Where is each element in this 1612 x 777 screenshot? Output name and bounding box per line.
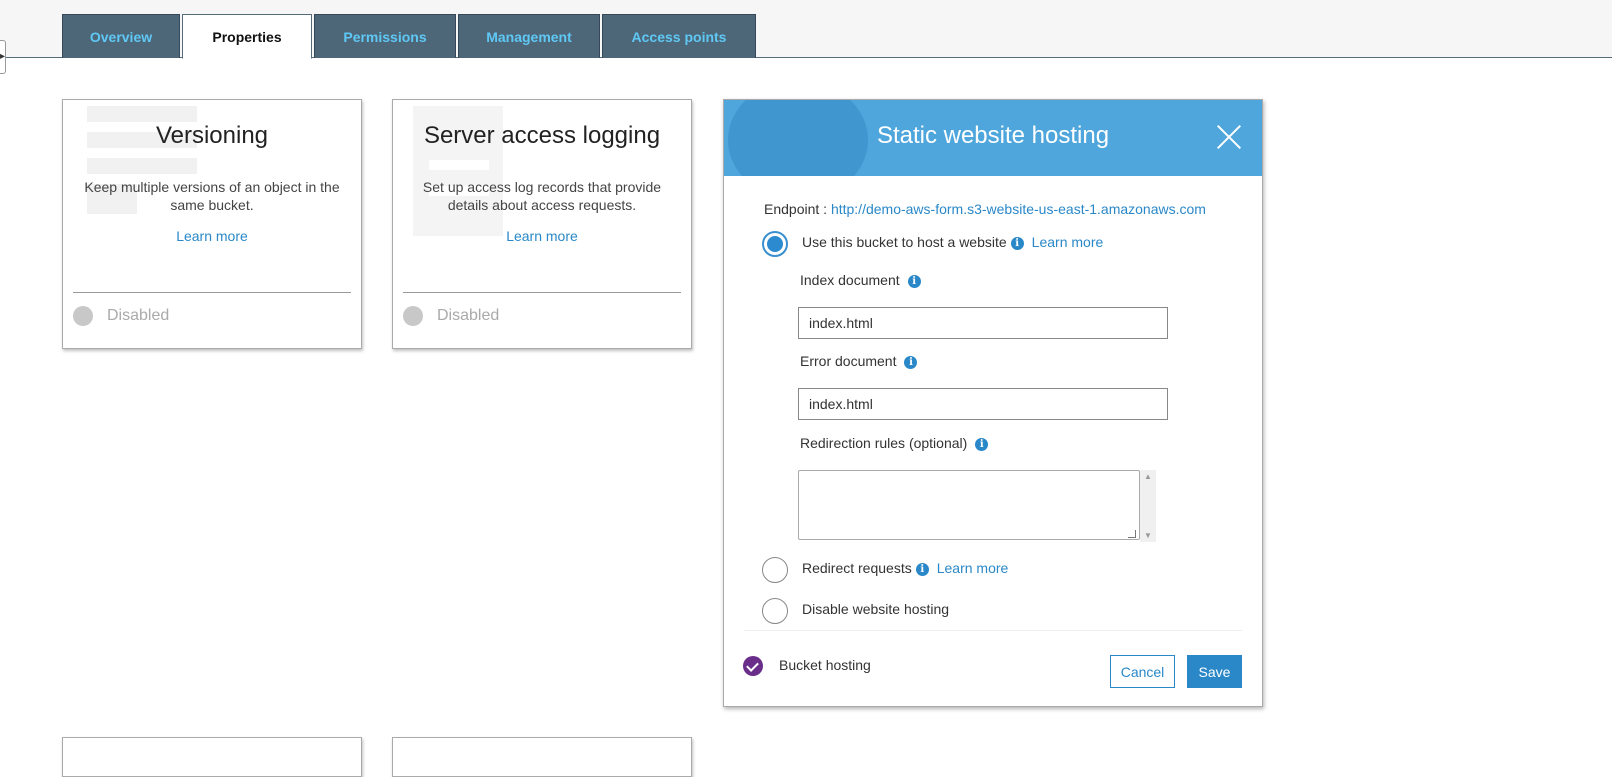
status-label: Disabled xyxy=(437,307,500,324)
card-description: Keep multiple versions of an object in t… xyxy=(84,179,340,213)
endpoint-label: Endpoint : xyxy=(764,201,831,217)
card-title: Server access logging xyxy=(423,122,661,149)
status-dot-icon xyxy=(403,306,423,326)
error-document-label: Error document xyxy=(800,353,897,369)
info-icon[interactable]: i xyxy=(904,356,918,369)
tab-bar: Overview Properties Permissions Manageme… xyxy=(62,14,758,59)
redirection-rules-field: ▲ ▼ xyxy=(798,470,1156,542)
scroll-up-icon[interactable]: ▲ xyxy=(1144,472,1152,481)
learn-more-link[interactable]: Learn more xyxy=(63,228,361,244)
tab-access-points[interactable]: Access points xyxy=(602,14,756,58)
panel-header: Static website hosting xyxy=(724,100,1262,176)
error-document-input[interactable] xyxy=(798,388,1168,420)
status-label: Disabled xyxy=(107,307,170,324)
textarea-scrollbar[interactable]: ▲ ▼ xyxy=(1140,470,1156,542)
error-document-label-row: Error document i xyxy=(800,353,918,369)
side-panel-handle[interactable]: ▸ xyxy=(0,40,6,74)
checkmark-icon xyxy=(743,656,763,676)
index-document-label-row: Index document i xyxy=(800,272,921,288)
disable-website-hosting-label: Disable website hosting xyxy=(802,601,950,617)
versioning-card[interactable]: Versioning Keep multiple versions of an … xyxy=(62,99,362,349)
host-website-label: Use this bucket to host a website xyxy=(802,234,1007,250)
status-dot-icon xyxy=(73,306,93,326)
card-divider xyxy=(403,292,681,293)
panel-title: Static website hosting xyxy=(876,122,1110,149)
chevron-right-icon: ▸ xyxy=(0,51,6,62)
footer-divider xyxy=(744,630,1242,631)
card-status: Disabled xyxy=(73,306,169,326)
redirect-requests-option: Redirect requests i Learn more xyxy=(802,560,1008,576)
redirect-requests-label: Redirect requests xyxy=(802,560,912,576)
bucket-hosting-label: Bucket hosting xyxy=(779,657,871,673)
redirect-requests-radio[interactable] xyxy=(762,557,788,583)
tab-management[interactable]: Management xyxy=(458,14,600,58)
learn-more-link[interactable]: Learn more xyxy=(937,560,1009,576)
close-icon[interactable] xyxy=(1216,124,1242,150)
card-divider xyxy=(73,292,351,293)
server-access-logging-card[interactable]: Server access logging Set up access log … xyxy=(392,99,692,349)
static-website-hosting-panel: Static website hosting Endpoint : http:/… xyxy=(723,99,1263,707)
redirection-rules-textarea[interactable] xyxy=(798,470,1140,540)
card-title: Versioning xyxy=(155,122,269,149)
redirection-rules-label: Redirection rules (optional) xyxy=(800,435,968,451)
redirection-rules-label-row: Redirection rules (optional) i xyxy=(800,435,989,451)
card-status: Disabled xyxy=(403,306,499,326)
tab-permissions[interactable]: Permissions xyxy=(314,14,456,58)
host-website-radio[interactable] xyxy=(762,231,788,257)
properties-card[interactable] xyxy=(392,737,692,777)
learn-more-link[interactable]: Learn more xyxy=(1032,234,1104,250)
disable-website-hosting-radio[interactable] xyxy=(762,598,788,624)
cancel-button[interactable]: Cancel xyxy=(1110,655,1175,688)
index-document-label: Index document xyxy=(800,272,900,288)
tab-properties[interactable]: Properties xyxy=(182,14,312,59)
card-description: Set up access log records that provide d… xyxy=(422,179,662,213)
tab-overview[interactable]: Overview xyxy=(62,14,180,58)
endpoint-url-link[interactable]: http://demo-aws-form.s3-website-us-east-… xyxy=(831,201,1206,217)
info-icon[interactable]: i xyxy=(907,275,921,288)
index-document-input[interactable] xyxy=(798,307,1168,339)
info-icon[interactable]: i xyxy=(975,438,989,451)
info-icon[interactable]: i xyxy=(1010,237,1024,250)
endpoint: Endpoint : http://demo-aws-form.s3-websi… xyxy=(764,201,1206,217)
learn-more-link[interactable]: Learn more xyxy=(393,228,691,244)
scroll-down-icon[interactable]: ▼ xyxy=(1144,531,1152,540)
info-icon[interactable]: i xyxy=(915,563,929,576)
properties-card[interactable] xyxy=(62,737,362,777)
host-website-option: Use this bucket to host a website i Learn … xyxy=(802,234,1103,250)
save-button[interactable]: Save xyxy=(1187,655,1242,688)
resize-grip-icon[interactable] xyxy=(1128,530,1136,538)
